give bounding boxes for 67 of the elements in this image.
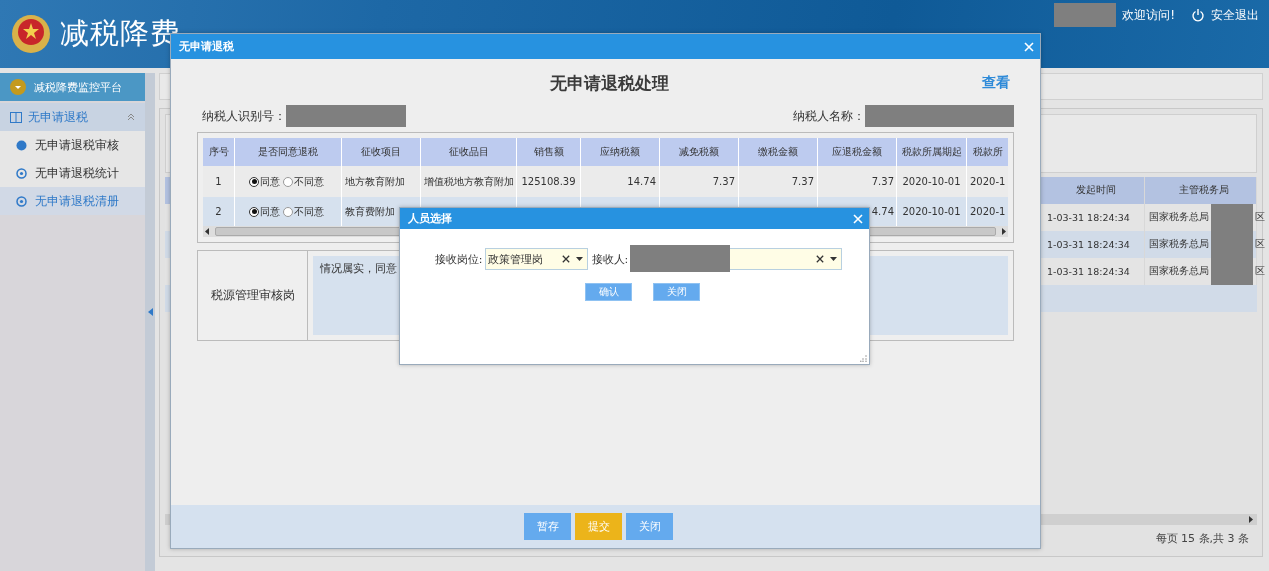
triangle-left-icon (147, 308, 153, 316)
circle-icon (16, 195, 27, 207)
clear-icon (816, 255, 825, 263)
pager-summary: 每页 15 条,共 3 条 (1155, 530, 1249, 546)
close-icon (853, 213, 863, 224)
circle-icon (16, 139, 27, 151)
table-cell: 2020-10-01 (902, 206, 961, 217)
table-cell: 区 (1255, 265, 1265, 278)
table-cell: 14.74 (627, 176, 656, 187)
panel-icon (10, 111, 22, 123)
close-button[interactable] (1024, 41, 1034, 52)
triangle-right-icon (1002, 228, 1006, 235)
table-cell: 125108.39 (521, 176, 576, 187)
menu-group[interactable]: 无申请退税 (0, 103, 145, 131)
table-cell: 区 (1255, 211, 1265, 224)
chevron-up-icon (127, 113, 135, 121)
table-cell: 1 (215, 176, 222, 187)
table-cell: 7.37 (791, 176, 814, 187)
resize-grip-icon[interactable] (860, 355, 867, 362)
post-select[interactable]: 政策管理岗 (484, 248, 588, 270)
redacted-user (1054, 3, 1117, 27)
collapse-handle[interactable] (145, 73, 155, 571)
emblem-icon (10, 13, 52, 55)
dropdown-circle-icon (10, 79, 26, 95)
table-cell: 7.37 (871, 176, 894, 187)
view-link[interactable]: 查看 (982, 74, 1010, 92)
dialog-title: 人员选择 (408, 211, 452, 226)
table-cell: 7.37 (712, 176, 735, 187)
table-cell: 国家税务总局 (1149, 265, 1209, 278)
radio-option[interactable]: 同意 (249, 174, 280, 189)
radio-option[interactable]: 不同意 (283, 174, 324, 189)
table-cell: 2 (215, 206, 222, 217)
logout-link[interactable]: 安全退出 (1211, 6, 1259, 24)
table-cell: 2020-1 (970, 206, 1006, 217)
field-label: 纳税人名称： (793, 107, 865, 125)
radio-option[interactable]: 同意 (249, 204, 280, 219)
table-cell: 2020-10-01 (902, 176, 961, 187)
review-role: 税源管理审核岗 (198, 251, 308, 340)
table-cell: 4.74 (871, 206, 894, 217)
table-cell: 国家税务总局 (1149, 211, 1209, 224)
menu-item[interactable]: 无申请退税统计 (0, 159, 145, 187)
welcome-text: 欢迎访问! (1122, 6, 1175, 24)
circle-icon (16, 167, 27, 179)
table-cell: 国家税务总局 (1149, 238, 1209, 251)
table-cell: 区 (1255, 238, 1265, 251)
table-cell: 地方教育附加 (345, 174, 405, 189)
field-label: 纳税人识别号： (202, 107, 286, 125)
table-row[interactable]: 1 同意 不同意 地方教育附加 增值税地方教育附加 125108.39 14.74 7.37 7.37 7.37 2020-10-01 2020-1 (203, 166, 1008, 197)
redacted-block (1211, 204, 1253, 231)
triangle-right-icon (1249, 516, 1253, 523)
platform-menu[interactable]: 减税降费监控平台 (0, 73, 145, 101)
close-icon (1024, 41, 1034, 52)
field-label: 接收人: (591, 251, 629, 267)
radio-option[interactable]: 不同意 (283, 204, 324, 219)
menu-item[interactable]: 无申请退税审核 (0, 131, 145, 159)
redacted-block (1211, 258, 1253, 285)
clear-icon (561, 255, 570, 263)
table-cell: 教育费附加 (345, 204, 395, 219)
dialog-title: 无申请退税 (179, 39, 234, 54)
table-cell: 增值税地方教育附加 (424, 174, 514, 189)
menu-item[interactable]: 无申请退税清册 (0, 187, 145, 215)
close-button[interactable] (853, 213, 863, 224)
field-label: 接收岗位: (434, 251, 483, 267)
triangle-left-icon (205, 228, 209, 235)
power-icon (1191, 8, 1205, 22)
table-cell: 2020-1 (970, 176, 1006, 187)
dialog-heading: 无申请退税处理 (549, 71, 670, 95)
